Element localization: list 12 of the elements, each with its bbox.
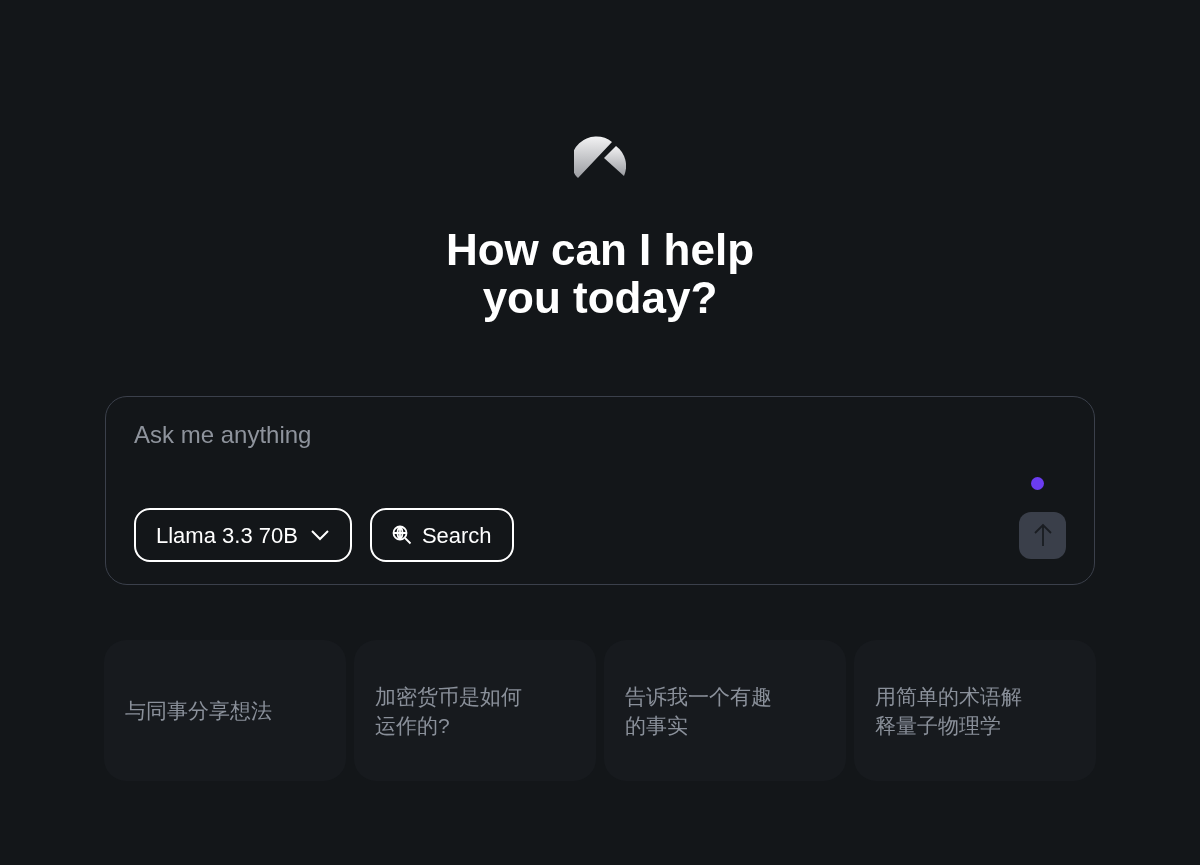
logo-icon [574,136,626,180]
suggestion-card[interactable]: 与同事分享想法 [104,640,346,781]
suggestion-card[interactable]: 用简单的术语解释量子物理学 [854,640,1096,781]
suggestion-card[interactable]: 告诉我一个有趣的事实 [604,640,846,781]
message-input[interactable]: Ask me anything [134,417,1066,453]
search-button[interactable]: Search [369,508,514,562]
arrow-up-icon [1032,523,1053,547]
heading: How can I help you today? [445,226,754,322]
suggestion-card[interactable]: 加密货币是如何运作的? [354,640,596,781]
globe-search-icon [391,525,412,545]
chevron-down-icon [309,529,330,541]
model-selector[interactable]: Llama 3.3 70B [134,508,352,562]
